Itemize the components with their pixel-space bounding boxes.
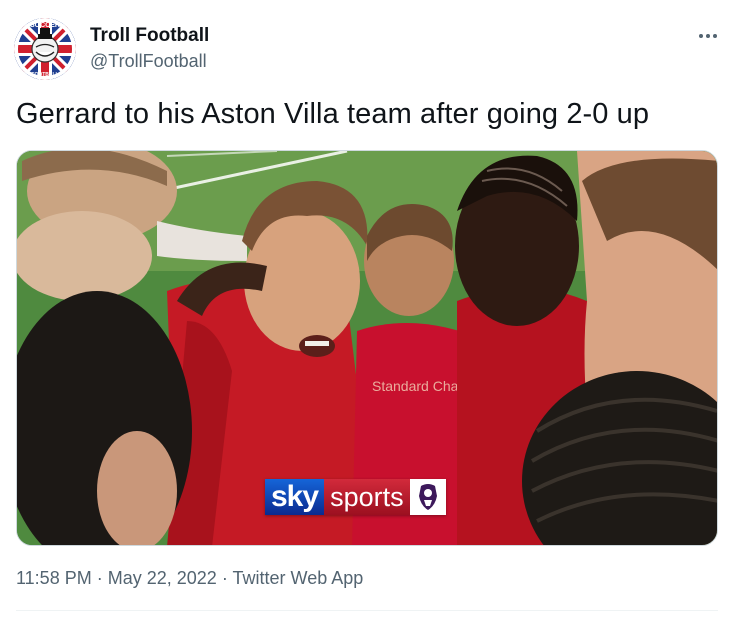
divider xyxy=(16,610,718,611)
meta-separator: · xyxy=(221,568,228,588)
avatar-text-bottom: FOOTBALL xyxy=(31,72,58,78)
author-avatar[interactable]: SOCCER FOOTBALL xyxy=(14,18,76,80)
more-options-button[interactable] xyxy=(692,24,724,48)
tweet-meta: 11:58 PM · May 22, 2022 · Twitter Web Ap… xyxy=(16,568,363,589)
troll-face-union-jack-avatar-icon: SOCCER FOOTBALL xyxy=(14,18,76,80)
tweet-time[interactable]: 11:58 PM xyxy=(16,568,92,588)
sky-sports-logo: sky sports xyxy=(265,479,446,515)
sky-logo-text: sky xyxy=(265,479,325,515)
tweet-card: SOCCER FOOTBALL Troll Football @TrollFoo… xyxy=(0,0,750,628)
author-handle[interactable]: @TrollFootball xyxy=(90,51,207,72)
tweet-date[interactable]: May 22, 2022 xyxy=(108,568,217,588)
avatar-text-top: SOCCER xyxy=(30,22,60,29)
more-options-icon-dot xyxy=(706,34,710,38)
tweet-media-photo[interactable]: Standard Chartered sky sports xyxy=(16,150,718,546)
tweet-source[interactable]: Twitter Web App xyxy=(233,568,364,588)
author-name[interactable]: Troll Football xyxy=(90,25,209,47)
tweet-text: Gerrard to his Aston Villa team after go… xyxy=(16,98,650,130)
more-options-icon xyxy=(699,34,703,38)
more-options-icon-dot xyxy=(713,34,717,38)
premier-league-lion-icon xyxy=(409,479,446,515)
meta-separator: · xyxy=(96,568,103,588)
sports-logo-text: sports xyxy=(324,479,410,515)
